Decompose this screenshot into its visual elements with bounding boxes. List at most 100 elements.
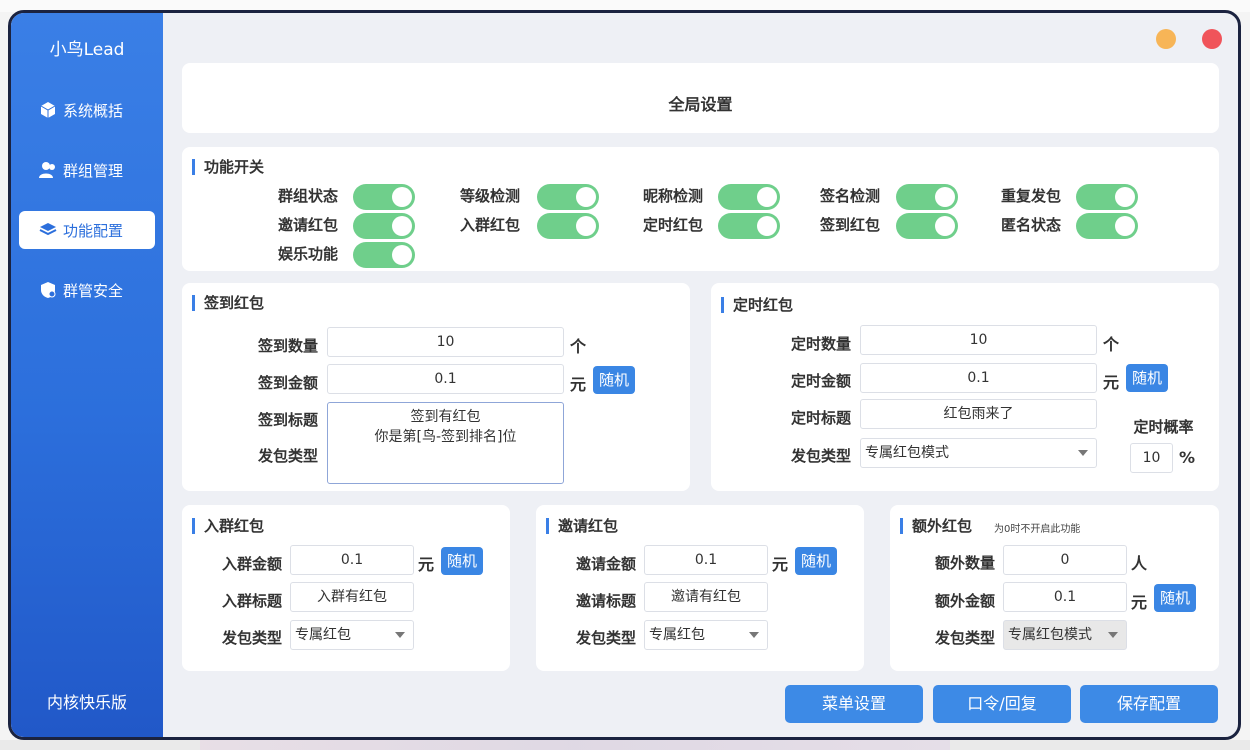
timed-amount-unit: 元 <box>1103 373 1120 392</box>
sidebar-item-security[interactable]: 群管安全 <box>19 271 155 309</box>
join-panel: 入群红包 入群金额 0.1 元 随机 入群标题 入群有红包 发包类型 专属红包 <box>182 505 510 671</box>
checkin-type-label: 发包类型 <box>257 447 318 465</box>
checkin-amount-label: 签到金额 <box>257 374 318 392</box>
toggle-timed-packet[interactable] <box>718 213 780 239</box>
section-title: 签到红包 <box>192 295 264 311</box>
toggle-anonymous[interactable] <box>1076 213 1138 239</box>
checkin-amount-input[interactable]: 0.1 <box>327 364 564 394</box>
extra-panel: 额外红包 为0时不开启此功能 额外数量 0 人 额外金额 0.1 元 随机 发包… <box>890 505 1219 671</box>
checkin-message-line: 签到有红包 <box>410 409 481 425</box>
section-title: 入群红包 <box>192 518 264 534</box>
switch-label: 定时红包 <box>642 216 703 234</box>
timed-random-button[interactable]: 随机 <box>1126 364 1169 392</box>
minimize-button[interactable] <box>1156 29 1176 49</box>
extra-type-value: 专属红包模式 <box>1008 627 1092 643</box>
checkin-message-textarea[interactable]: 签到有红包 你是第[鸟-签到排名]位 <box>327 402 564 484</box>
timed-count-unit: 个 <box>1103 335 1120 354</box>
close-button[interactable] <box>1202 29 1222 49</box>
menu-settings-button[interactable]: 菜单设置 <box>785 685 923 723</box>
timed-type-label: 发包类型 <box>790 447 851 465</box>
extra-amount-unit: 元 <box>1131 593 1148 612</box>
timed-panel: 定时红包 定时数量 10 个 定时金额 0.1 元 随机 定时标题 红包雨来了 … <box>711 283 1219 491</box>
edition-label: 内核快乐版 <box>46 693 127 712</box>
toggle-level-check[interactable] <box>537 184 599 210</box>
invite-title-input[interactable]: 邀请有红包 <box>644 582 768 612</box>
join-type-select[interactable]: 专属红包 <box>290 620 414 650</box>
switch-label: 重复发包 <box>1000 187 1061 205</box>
checkin-title-label: 签到标题 <box>257 411 318 429</box>
switch-label: 娱乐功能 <box>277 245 338 263</box>
timed-type-select[interactable]: 专属红包模式 <box>860 438 1097 468</box>
header-panel: 全局设置 <box>182 63 1219 133</box>
invite-random-button[interactable]: 随机 <box>795 547 838 575</box>
join-title-input[interactable]: 入群有红包 <box>290 582 414 612</box>
sidebar-item-label: 系统概括 <box>63 101 124 120</box>
invite-amount-input[interactable]: 0.1 <box>644 545 768 575</box>
chevron-down-icon <box>395 632 405 638</box>
toggle-duplicate-packet[interactable] <box>1076 184 1138 210</box>
join-amount-input[interactable]: 0.1 <box>290 545 414 575</box>
switch-label: 匿名状态 <box>1000 216 1061 234</box>
checkin-count-input[interactable]: 10 <box>327 327 564 357</box>
page-title: 全局设置 <box>668 95 733 114</box>
chevron-down-icon <box>1078 450 1088 456</box>
background-decoration <box>200 740 950 750</box>
switch-label: 昵称检测 <box>642 187 703 205</box>
switch-label: 等级检测 <box>459 187 520 205</box>
section-title: 功能开关 <box>192 159 264 175</box>
extra-amount-label: 额外金额 <box>934 592 995 610</box>
invite-type-label: 发包类型 <box>575 629 636 647</box>
window-controls <box>1156 29 1222 49</box>
toggle-invite-packet[interactable] <box>353 213 415 239</box>
timed-type-value: 专属红包模式 <box>865 445 949 461</box>
join-type-value: 专属红包 <box>295 627 351 643</box>
invite-amount-unit: 元 <box>772 555 789 574</box>
checkin-count-unit: 个 <box>570 337 587 356</box>
extra-amount-input[interactable]: 0.1 <box>1003 582 1127 612</box>
invite-amount-label: 邀请金额 <box>575 555 636 573</box>
extra-type-select[interactable]: 专属红包模式 <box>1003 620 1127 650</box>
sidebar-item-features[interactable]: 功能配置 <box>19 211 155 249</box>
features-panel: 功能开关 群组状态 等级检测 昵称检测 签名检测 重复发包 邀请红包 入群红包 … <box>182 147 1219 271</box>
timed-amount-label: 定时金额 <box>790 372 851 390</box>
save-config-button[interactable]: 保存配置 <box>1080 685 1218 723</box>
extra-note: 为0时不开启此功能 <box>994 524 1081 535</box>
checkin-amount-unit: 元 <box>570 375 587 394</box>
timed-count-label: 定时数量 <box>790 335 851 353</box>
toggle-join-packet[interactable] <box>537 213 599 239</box>
extra-count-input[interactable]: 0 <box>1003 545 1127 575</box>
timed-title-input[interactable]: 红包雨来了 <box>860 399 1097 429</box>
switch-label: 邀请红包 <box>277 216 338 234</box>
app-brand: 小鸟Lead <box>49 40 125 60</box>
timed-amount-input[interactable]: 0.1 <box>860 363 1097 393</box>
join-random-button[interactable]: 随机 <box>441 547 484 575</box>
sidebar: 小鸟Lead 系统概括 群组管理 功能配置 群管安全 内核快乐版 <box>11 13 163 737</box>
toggle-group-status[interactable] <box>353 184 415 210</box>
toggle-nickname-check[interactable] <box>718 184 780 210</box>
switch-label: 签到红包 <box>819 216 880 234</box>
invite-type-select[interactable]: 专属红包 <box>644 620 768 650</box>
checkin-random-button[interactable]: 随机 <box>593 366 636 394</box>
toggle-checkin-packet[interactable] <box>896 213 958 239</box>
join-title-label: 入群标题 <box>221 592 282 610</box>
toggle-entertainment[interactable] <box>353 242 415 268</box>
timed-prob-label: 定时概率 <box>1133 418 1194 436</box>
timed-prob-input[interactable]: 10 <box>1130 443 1173 473</box>
extra-random-button[interactable]: 随机 <box>1154 584 1197 612</box>
join-amount-unit: 元 <box>418 555 435 574</box>
timed-prob-unit: % <box>1179 448 1196 467</box>
join-type-label: 发包类型 <box>221 629 282 647</box>
shield-icon <box>41 282 56 298</box>
timed-count-input[interactable]: 10 <box>860 325 1097 355</box>
invite-type-value: 专属红包 <box>649 627 705 643</box>
switch-label: 入群红包 <box>459 216 520 234</box>
sidebar-item-overview[interactable]: 系统概括 <box>19 91 155 129</box>
invite-title-label: 邀请标题 <box>575 592 636 610</box>
extra-count-unit: 人 <box>1131 554 1148 573</box>
password-reply-button[interactable]: 口令/回复 <box>933 685 1071 723</box>
sidebar-item-groups[interactable]: 群组管理 <box>19 151 155 189</box>
section-title: 邀请红包 <box>546 518 618 534</box>
checkin-panel: 签到红包 签到数量 10 个 签到金额 0.1 元 随机 签到标题 发包类型 签… <box>182 283 690 491</box>
toggle-signature-check[interactable] <box>896 184 958 210</box>
section-title: 额外红包 <box>900 518 972 534</box>
